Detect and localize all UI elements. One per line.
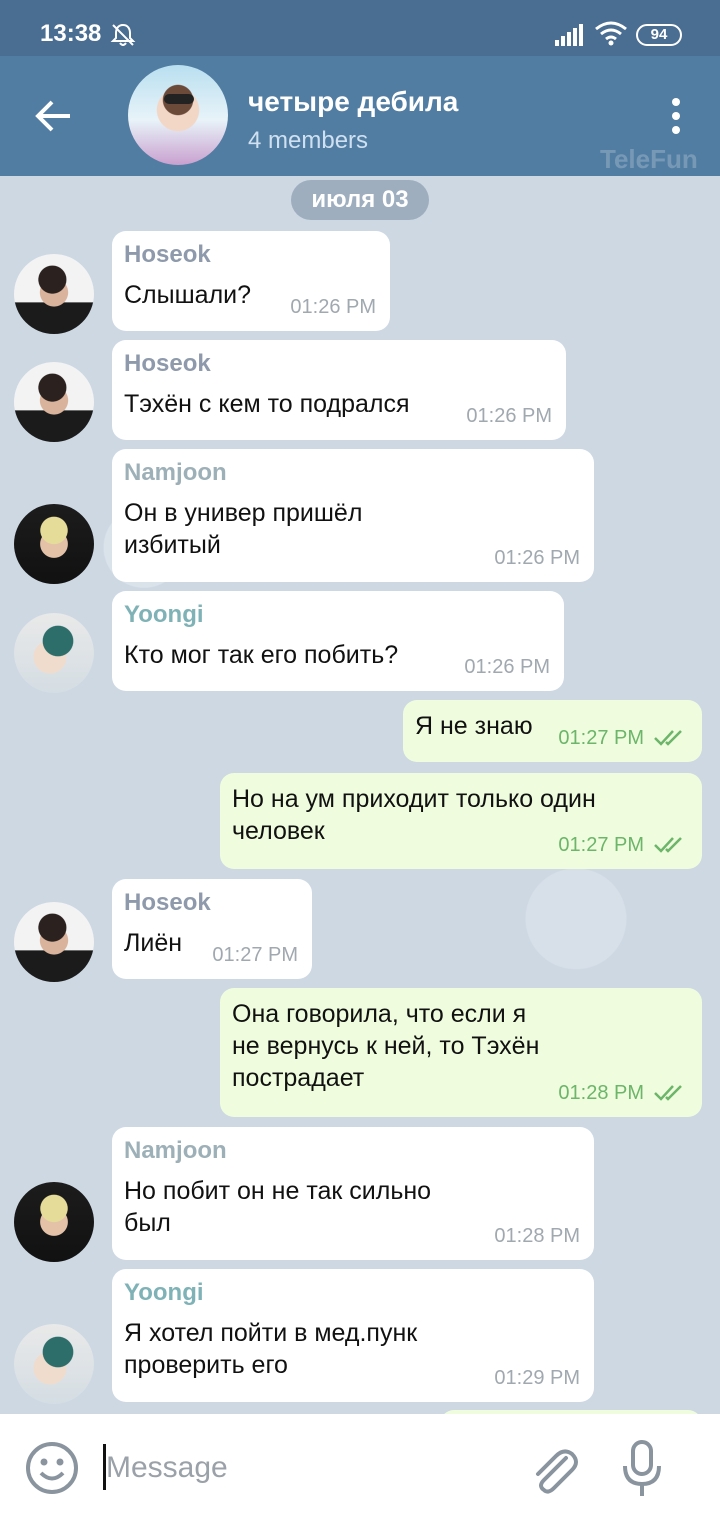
double-check-icon: [654, 837, 682, 853]
message-bubble-outgoing[interactable]: Она говорила, что если я не вернусь к не…: [220, 988, 702, 1117]
message-text: Кто мог так его побить?: [124, 641, 399, 669]
message-sender: Yoongi: [124, 1279, 204, 1306]
message-time: 01:28 PM: [558, 1082, 644, 1104]
message-bubble-outgoing[interactable]: Я не знаю 01:27 PM: [403, 700, 702, 762]
watermark: TeleFun: [600, 144, 698, 174]
avatar-hoseok[interactable]: [14, 362, 94, 442]
message-time: 01:26 PM: [494, 547, 580, 569]
status-time: 13:38: [40, 20, 102, 47]
message-time: 01:26 PM: [466, 405, 552, 427]
message-time: 01:29 PM: [494, 1367, 580, 1389]
double-check-icon: [654, 730, 682, 746]
message-bubble[interactable]: Hoseok Лиён 01:27 PM: [112, 879, 312, 979]
wifi-icon: [595, 21, 627, 46]
message-bubble[interactable]: Namjoon Он в универ пришёл избитый 01:26…: [112, 449, 594, 582]
message-list[interactable]: июля 03 Hoseok Слышали? 01:26 PM Hoseok …: [0, 176, 720, 1414]
message-time: 01:26 PM: [464, 656, 550, 678]
message-sender: Namjoon: [124, 459, 227, 486]
chat-header: четыре дебила 4 members TeleFun: [0, 56, 720, 176]
date-separator: июля 03: [291, 180, 429, 220]
message-sender: Namjoon: [124, 1137, 227, 1164]
message-bubble[interactable]: Namjoon Но побит он не так сильно был 01…: [112, 1127, 594, 1260]
bell-off-icon: [110, 23, 136, 46]
message-text: Но на ум приходит только один человек: [232, 785, 596, 845]
message-time: 01:28 PM: [494, 1225, 580, 1247]
microphone-icon[interactable]: [618, 1438, 666, 1500]
message-bubble[interactable]: Yoongi Я хотел пойти в мед.пунк проверит…: [112, 1269, 594, 1402]
emoji-icon[interactable]: [24, 1440, 80, 1496]
message-text: Слышали?: [124, 281, 252, 309]
status-bar: 13:38 94: [0, 0, 720, 56]
message-text: Но побит он не так сильно был: [124, 1177, 432, 1237]
message-text: Он в универ пришёл избитый: [124, 499, 363, 559]
signal-icon: [555, 24, 583, 46]
message-text: Тэхён с кем то подрался: [124, 390, 410, 418]
message-time: 01:27 PM: [558, 834, 644, 856]
message-text: Я хотел пойти в мед.пунк проверить его: [124, 1319, 418, 1379]
message-sender: Hoseok: [124, 241, 211, 268]
message-bubble[interactable]: Yoongi Кто мог так его побить? 01:26 PM: [112, 591, 564, 691]
message-sender: Hoseok: [124, 350, 211, 377]
more-vertical-icon[interactable]: [660, 96, 692, 136]
message-time: 01:27 PM: [212, 944, 298, 966]
group-avatar[interactable]: [128, 65, 228, 165]
message-text: Она говорила, что если я не вернусь к не…: [232, 1000, 540, 1092]
avatar-yoongi[interactable]: [14, 613, 94, 693]
message-bubble-outgoing[interactable]: Но на ум приходит только один человек 01…: [220, 773, 702, 869]
avatar-hoseok[interactable]: [14, 902, 94, 982]
avatar-namjoon[interactable]: [14, 504, 94, 584]
message-bubble[interactable]: Hoseok Слышали? 01:26 PM: [112, 231, 390, 331]
message-text: Лиён: [124, 929, 183, 957]
message-input[interactable]: [106, 1438, 506, 1498]
message-sender: Hoseok: [124, 889, 211, 916]
message-time: 01:26 PM: [290, 296, 376, 318]
double-check-icon: [654, 1085, 682, 1101]
battery-indicator: 94: [636, 24, 682, 46]
message-text: Я не знаю: [415, 712, 533, 740]
paperclip-icon[interactable]: [526, 1444, 582, 1500]
avatar-namjoon[interactable]: [14, 1182, 94, 1262]
chat-member-count: 4 members: [248, 127, 369, 154]
message-bubble[interactable]: Hoseok Тэхён с кем то подрался 01:26 PM: [112, 340, 566, 440]
avatar-hoseok[interactable]: [14, 254, 94, 334]
message-composer: [0, 1414, 720, 1520]
chat-title[interactable]: четыре дебила: [248, 86, 458, 118]
message-time: 01:27 PM: [558, 727, 644, 749]
avatar-yoongi[interactable]: [14, 1324, 94, 1404]
message-sender: Yoongi: [124, 601, 204, 628]
arrow-left-icon[interactable]: [30, 96, 78, 136]
